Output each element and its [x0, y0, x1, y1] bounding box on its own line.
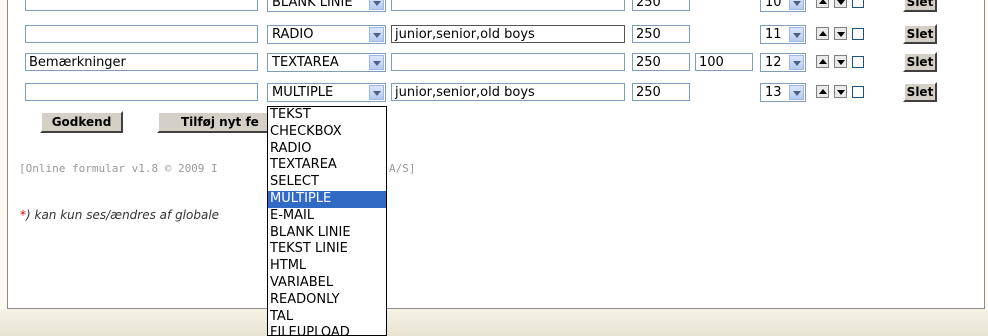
field-order-select[interactable]: 13 [760, 83, 806, 102]
field-name-input[interactable]: Bemærkninger [25, 53, 258, 71]
dropdown-option[interactable]: MULTIPLE [268, 190, 386, 208]
dropdown-option[interactable]: E-MAIL [268, 208, 386, 225]
move-up-button[interactable] [816, 55, 829, 68]
dropdown-option[interactable]: VARIABEL [268, 275, 386, 292]
field-type-value: BLANK LINIE [272, 0, 353, 10]
field-name-input[interactable] [25, 83, 258, 101]
dropdown-option[interactable]: TEKST [268, 107, 386, 124]
field-size-input[interactable]: 250 [632, 0, 690, 11]
move-up-button[interactable] [816, 85, 829, 98]
field-size-input[interactable]: 250 [632, 25, 690, 43]
field-options-input[interactable]: junior,senior,old boys [391, 83, 625, 101]
field-type-value: RADIO [272, 27, 314, 42]
delete-button[interactable]: Slet [903, 82, 937, 102]
dropdown-option[interactable]: RADIO [268, 141, 386, 158]
field-order-value: 10 [765, 0, 782, 10]
field-type-value: TEXTAREA [272, 55, 339, 70]
field-order-value: 13 [765, 85, 782, 100]
field-order-value: 11 [765, 27, 782, 42]
chevron-down-icon[interactable] [789, 85, 804, 100]
dropdown-option[interactable]: TEKST LINIE [268, 241, 386, 258]
field-order-value: 12 [765, 55, 782, 70]
chevron-down-icon[interactable] [789, 55, 804, 70]
window-status-bar [0, 309, 988, 336]
dropdown-option[interactable]: HTML [268, 258, 386, 275]
field-type-select[interactable]: BLANK LINIE [267, 0, 386, 12]
version-text: [Online formular v1.8 © 2009 I [19, 162, 218, 175]
field-max-input[interactable]: 100 [695, 53, 753, 71]
dropdown-option[interactable]: FILEUPLOAD [268, 325, 386, 335]
field-checkbox[interactable] [852, 28, 864, 40]
approve-button[interactable]: Godkend [40, 111, 123, 133]
dropdown-option[interactable]: READONLY [268, 292, 386, 309]
delete-button[interactable]: Slet [903, 0, 937, 12]
move-down-button[interactable] [834, 0, 847, 8]
delete-button[interactable]: Slet [903, 52, 937, 72]
chevron-down-icon[interactable] [369, 0, 384, 10]
field-type-dropdown-list[interactable]: TEKST CHECKBOX RADIO TEXTAREA SELECT MULTIPLE… [267, 106, 387, 336]
field-order-select[interactable]: 11 [760, 25, 806, 44]
field-checkbox[interactable] [852, 86, 864, 98]
field-name-input[interactable] [25, 0, 258, 11]
move-up-button[interactable] [816, 27, 829, 40]
field-checkbox[interactable] [852, 0, 864, 8]
dropdown-option[interactable]: TAL [268, 309, 386, 326]
field-options-input[interactable] [391, 53, 625, 71]
chevron-down-icon[interactable] [369, 55, 384, 70]
delete-button[interactable]: Slet [903, 24, 937, 44]
dropdown-option[interactable]: SELECT [268, 174, 386, 191]
dropdown-option[interactable]: TEXTAREA [268, 157, 386, 174]
chevron-down-icon[interactable] [369, 85, 384, 100]
field-size-input[interactable]: 250 [632, 53, 690, 71]
field-checkbox[interactable] [852, 56, 864, 68]
field-type-select[interactable]: RADIO [267, 25, 386, 44]
move-down-button[interactable] [834, 27, 847, 40]
chevron-down-icon[interactable] [369, 27, 384, 42]
field-type-select[interactable]: MULTIPLE [267, 83, 386, 102]
global-note-text: ) kan kun ses/ændres af globale [26, 208, 220, 222]
dropdown-option[interactable]: CHECKBOX [268, 124, 386, 141]
field-name-input[interactable] [25, 25, 258, 43]
move-up-button[interactable] [816, 0, 829, 8]
chevron-down-icon[interactable] [789, 0, 804, 10]
field-order-select[interactable]: 10 [760, 0, 806, 12]
field-type-select[interactable]: TEXTAREA [267, 53, 386, 72]
form-editor-panel [7, 0, 985, 309]
move-down-button[interactable] [834, 55, 847, 68]
field-type-value: MULTIPLE [272, 85, 334, 100]
field-options-input[interactable] [391, 0, 625, 11]
add-field-button[interactable]: Tilføj nyt fe [157, 111, 269, 133]
field-options-input[interactable]: junior,senior,old boys [391, 25, 625, 43]
version-text-end: A/S] [389, 162, 416, 175]
global-note: *) kan kun ses/ændres af globale [20, 208, 219, 222]
chevron-down-icon[interactable] [789, 27, 804, 42]
field-order-select[interactable]: 12 [760, 53, 806, 72]
dropdown-option[interactable]: BLANK LINIE [268, 225, 386, 242]
field-size-input[interactable]: 250 [632, 83, 690, 101]
move-down-button[interactable] [834, 85, 847, 98]
